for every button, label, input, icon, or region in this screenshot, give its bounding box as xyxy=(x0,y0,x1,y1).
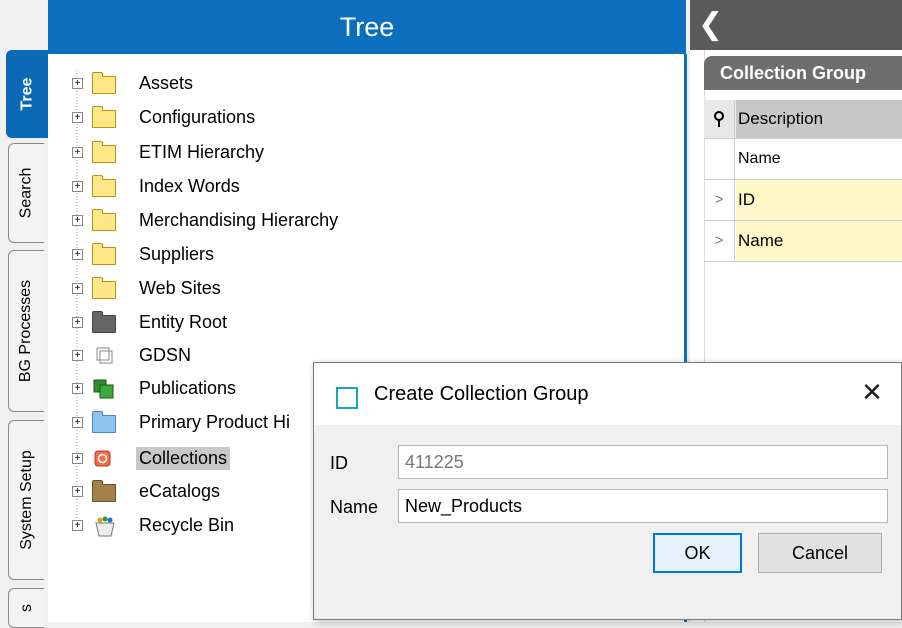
expand-icon[interactable]: + xyxy=(72,519,83,531)
folder-icon xyxy=(92,175,116,197)
tab-search-label: Search xyxy=(17,167,35,219)
tab-tree[interactable]: Tree xyxy=(6,50,48,138)
grid-row-name[interactable]: > Name xyxy=(704,221,902,262)
tab-collection-group[interactable]: Collection Group xyxy=(704,56,902,90)
blue-folder-icon xyxy=(92,411,116,433)
id-label: ID xyxy=(330,453,348,473)
name-field[interactable] xyxy=(398,489,888,523)
dialog-body: ID Name xyxy=(314,425,901,619)
row-expander[interactable]: > xyxy=(704,180,735,220)
ok-button[interactable]: OK xyxy=(653,533,742,573)
tree-node-label: Web Sites xyxy=(139,277,221,298)
dark-folder-icon xyxy=(92,311,116,333)
expand-icon[interactable]: + xyxy=(72,485,83,497)
tree-node-label: Publications xyxy=(139,377,237,398)
create-collection-group-dialog: Create Collection Group ✕ ID Name OK Can… xyxy=(313,362,902,620)
folder-icon xyxy=(92,209,116,231)
expand-icon[interactable]: + xyxy=(72,180,83,192)
expand-icon[interactable]: + xyxy=(72,214,83,226)
catalog-folder-icon xyxy=(92,480,116,502)
tree-node-label: Collections xyxy=(136,446,231,470)
attribute-grid: Description Name > ID > Name xyxy=(704,100,902,262)
tree-title: Tree xyxy=(339,11,395,42)
tree-node-label: Recycle Bin xyxy=(139,514,235,535)
folder-icon xyxy=(92,72,116,94)
tab-more-label: s xyxy=(17,604,35,612)
grid-row-label: ID xyxy=(736,180,902,220)
expand-icon[interactable]: + xyxy=(72,111,83,123)
folder-icon xyxy=(92,277,116,299)
cancel-button[interactable]: Cancel xyxy=(758,533,882,573)
tab-bg-processes-label: BG Processes xyxy=(17,279,35,383)
tab-more[interactable]: s xyxy=(8,588,44,628)
folder-icon xyxy=(92,106,116,128)
grid-subheader-name: Name xyxy=(738,150,781,167)
cube-icon xyxy=(92,345,116,365)
folder-icon xyxy=(92,243,116,265)
row-gutter xyxy=(704,139,735,179)
tree-node-label: ETIM Hierarchy xyxy=(139,141,265,162)
tab-search[interactable]: Search xyxy=(8,143,44,243)
tab-tree-label: Tree xyxy=(18,77,36,111)
publications-icon xyxy=(92,378,116,399)
tab-system-setup-label: System Setup xyxy=(17,450,35,550)
window-icon xyxy=(336,387,358,409)
tree-node-label: Configurations xyxy=(139,106,256,127)
expand-icon[interactable]: + xyxy=(72,248,83,260)
grid-row-id[interactable]: > ID xyxy=(704,180,902,221)
id-field[interactable] xyxy=(398,445,888,479)
folder-icon xyxy=(92,141,116,163)
row-expander[interactable]: > xyxy=(704,221,735,261)
recycle-bin-icon xyxy=(92,515,116,537)
details-toolbar: ❮ xyxy=(690,0,902,50)
tree-node-label: Entity Root xyxy=(139,311,228,332)
grid-subheader: Name xyxy=(704,139,902,180)
tree-node-label: Primary Product Hi xyxy=(139,411,291,432)
collapse-icon[interactable]: ❮ xyxy=(698,8,723,42)
tree-node-label: Index Words xyxy=(139,175,240,196)
expand-icon[interactable]: + xyxy=(72,452,83,464)
tree-node-label: Suppliers xyxy=(139,243,215,264)
grid-row-label: Name xyxy=(736,221,902,261)
tree-node-label: GDSN xyxy=(139,344,192,365)
expand-icon[interactable]: + xyxy=(72,416,83,428)
tree-node-label: Merchandising Hierarchy xyxy=(139,209,339,230)
pin-icon[interactable] xyxy=(704,100,735,138)
tab-system-setup[interactable]: System Setup xyxy=(8,420,44,580)
dialog-title: Create Collection Group xyxy=(374,383,589,405)
close-icon[interactable]: ✕ xyxy=(857,377,887,408)
expand-icon[interactable]: + xyxy=(72,146,83,158)
expand-icon[interactable]: + xyxy=(72,77,83,89)
expand-icon[interactable]: + xyxy=(72,382,83,394)
tree-header: Tree xyxy=(48,0,686,54)
tree-node-label: eCatalogs xyxy=(139,480,221,501)
collections-icon xyxy=(92,448,116,468)
expand-icon[interactable]: + xyxy=(72,316,83,328)
vertical-tab-bar: Tree Search BG Processes System Setup s xyxy=(0,0,48,628)
tab-bg-processes[interactable]: BG Processes xyxy=(8,250,44,412)
grid-header: Description xyxy=(704,100,902,139)
expand-icon[interactable]: + xyxy=(72,349,83,361)
name-label: Name xyxy=(330,497,379,517)
expand-icon[interactable]: + xyxy=(72,282,83,294)
tree-node-label: Assets xyxy=(139,72,194,93)
grid-header-description: Description xyxy=(736,100,902,138)
